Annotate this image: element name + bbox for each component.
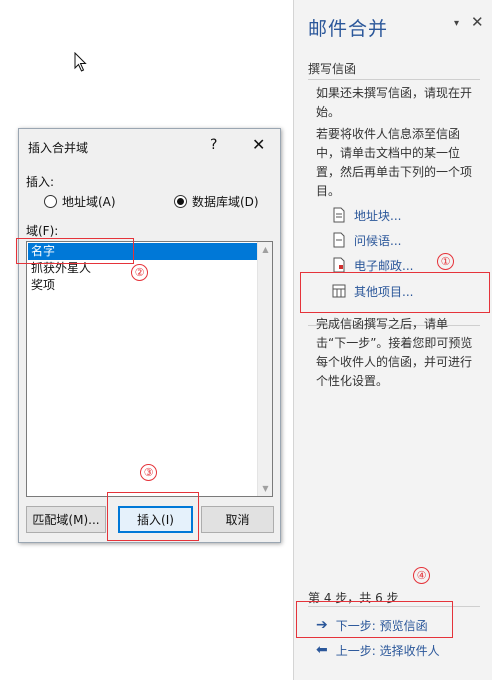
section-divider	[308, 79, 480, 80]
annotation-number-4: ④	[413, 567, 430, 584]
previous-step-label: 上一步: 选择收件人	[335, 643, 440, 658]
vertical-scrollbar[interactable]: ▲ ▼	[257, 242, 272, 496]
fields-label: 域(F):	[26, 224, 59, 238]
insert-label: 插入:	[26, 175, 55, 189]
pane-instruction-text: 若要将收件人信息添至信函中，请单击文档中的某一位置，然后再单击下列的一个项目。	[316, 127, 473, 198]
arrow-left-icon: ⬅	[316, 642, 328, 658]
link-greeting-line-label: 问候语...	[354, 233, 402, 248]
close-icon[interactable]: ✕	[252, 135, 265, 154]
annotation-box-more-items	[300, 272, 490, 313]
pane-section-heading: 撰写信函	[308, 62, 357, 76]
scroll-down-icon[interactable]: ▼	[258, 481, 273, 496]
annotation-number-2: ②	[131, 264, 148, 281]
fields-listbox[interactable]: 名字 抓获外星人 奖项 ▲ ▼	[26, 241, 273, 497]
scroll-up-icon[interactable]: ▲	[258, 242, 273, 257]
radio-address-label: 地址域(A)	[62, 195, 116, 209]
mail-merge-pane: 邮件合并 ▾ ✕ 撰写信函 如果还未撰写信函，请现在开始。 若要将收件人信息添至…	[293, 0, 492, 680]
electronic-postage-icon	[333, 257, 345, 273]
radio-database-circle[interactable]	[174, 195, 187, 208]
annotation-box-field	[16, 238, 134, 264]
pane-intro-text: 如果还未撰写信函，请现在开始。	[316, 86, 473, 119]
help-icon[interactable]: ?	[210, 137, 217, 153]
pane-close-icon[interactable]: ✕	[471, 13, 484, 31]
dialog-title: 插入合并域	[28, 141, 89, 155]
match-fields-button[interactable]: 匹配域(M)...	[26, 506, 106, 533]
link-electronic-postage-label: 电子邮政...	[354, 258, 414, 273]
pane-options-chevron-down-icon[interactable]: ▾	[454, 18, 459, 29]
address-block-icon	[333, 207, 345, 223]
radio-address-circle[interactable]	[44, 195, 57, 208]
link-greeting-line[interactable]: 问候语...	[332, 230, 401, 250]
pane-title: 邮件合并	[308, 18, 389, 40]
link-address-block-label: 地址块...	[354, 208, 402, 223]
link-address-block[interactable]: 地址块...	[332, 205, 401, 225]
annotation-number-3: ③	[140, 464, 157, 481]
pane-after-text: 完成信函撰写之后，请单击“下一步”。接着您即可预览每个收件人的信函，并可进行个性…	[316, 317, 473, 388]
annotation-box-next-step	[296, 601, 453, 638]
radio-database-fields[interactable]: 数据库域(D)	[174, 193, 259, 210]
greeting-line-icon	[333, 232, 345, 248]
radio-database-label: 数据库域(D)	[192, 195, 259, 209]
mouse-cursor-icon	[74, 52, 87, 72]
annotation-box-insert	[107, 492, 199, 541]
annotation-number-1: ①	[437, 253, 454, 270]
previous-step-link[interactable]: ⬅ 上一步: 选择收件人	[316, 641, 440, 659]
cancel-button[interactable]: 取消	[201, 506, 274, 533]
radio-address-fields[interactable]: 地址域(A)	[44, 193, 116, 210]
